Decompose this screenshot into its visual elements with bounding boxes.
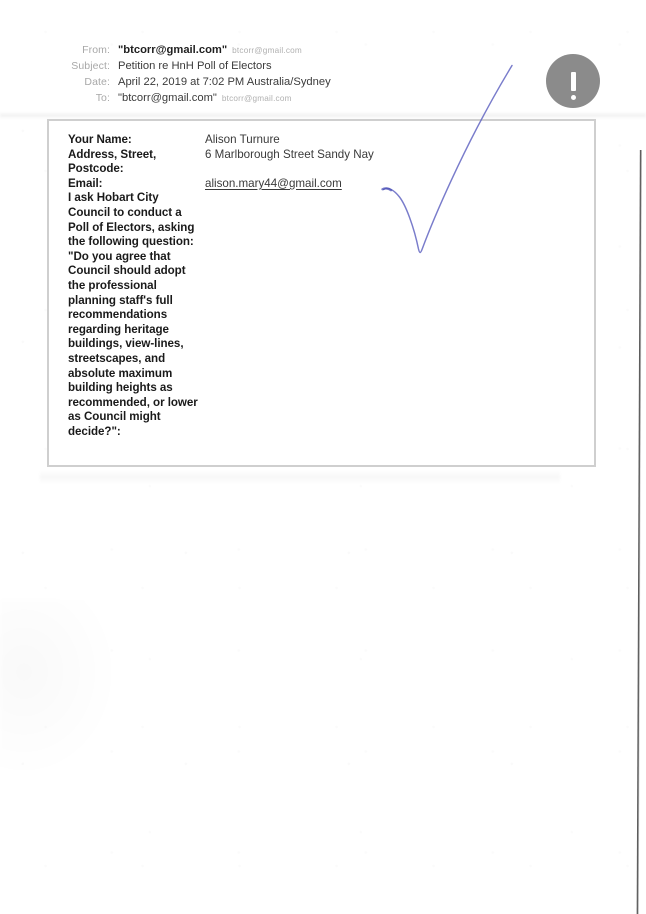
petition-form-box: Your Name: Address, Street, Postcode: Em… xyxy=(47,119,596,467)
to-value: "btcorr@gmail.com" xyxy=(118,92,217,104)
email-value: alison.mary44@gmail.com xyxy=(205,176,342,190)
scan-edge-artifact xyxy=(636,150,642,914)
address-value: 6 Marlborough Street Sandy Nay xyxy=(205,147,374,161)
petition-question-text: I ask Hobart City Council to conduct a P… xyxy=(68,191,198,438)
email-header: From: "btcorr@gmail.com" btcorr@gmail.co… xyxy=(0,44,420,108)
to-label: To: xyxy=(95,92,110,104)
to-secondary-address: btcorr@gmail.com xyxy=(221,94,292,103)
value-spacer xyxy=(205,162,594,177)
email-header-row-to: To: "btcorr@gmail.com" btcorr@gmail.com xyxy=(0,92,420,107)
email-label: Email: xyxy=(68,176,103,190)
date-label: Date: xyxy=(84,76,110,88)
petition-form-grid: Your Name: Address, Street, Postcode: Em… xyxy=(68,133,594,439)
exclamation-icon xyxy=(546,54,600,108)
subject-value: Petition re HnH Poll of Electors xyxy=(118,60,272,72)
email-header-row-date: Date: April 22, 2019 at 7:02 PM Australi… xyxy=(0,76,420,91)
scan-artifact-band xyxy=(0,112,646,119)
petition-form-content: Your Name: Address, Street, Postcode: Em… xyxy=(49,121,594,439)
address-label-line1: Address, Street, xyxy=(68,147,157,161)
date-value: April 22, 2019 at 7:02 PM Australia/Sydn… xyxy=(118,76,331,88)
email-header-row-from: From: "btcorr@gmail.com" btcorr@gmail.co… xyxy=(0,44,420,59)
your-name-label: Your Name: xyxy=(68,133,132,146)
petition-form-labels-column: Your Name: Address, Street, Postcode: Em… xyxy=(68,133,199,439)
from-secondary-address: btcorr@gmail.com xyxy=(232,46,302,55)
address-label-line2: Postcode: xyxy=(68,162,124,176)
scan-smudge-left xyxy=(0,600,120,780)
from-value: "btcorr@gmail.com" xyxy=(118,44,228,56)
exclamation-glyph xyxy=(570,71,576,100)
email-header-row-subject: Subject: Petition re HnH Poll of Elector… xyxy=(0,60,420,75)
subject-label: Subject: xyxy=(71,60,110,72)
from-label: From: xyxy=(82,44,110,56)
petition-form-values-column: Alison Turnure 6 Marlborough Street Sand… xyxy=(199,133,594,191)
your-name-value: Alison Turnure xyxy=(205,133,280,146)
scanned-page: From: "btcorr@gmail.com" btcorr@gmail.co… xyxy=(0,0,646,914)
scan-smudge-under-box xyxy=(40,470,560,484)
